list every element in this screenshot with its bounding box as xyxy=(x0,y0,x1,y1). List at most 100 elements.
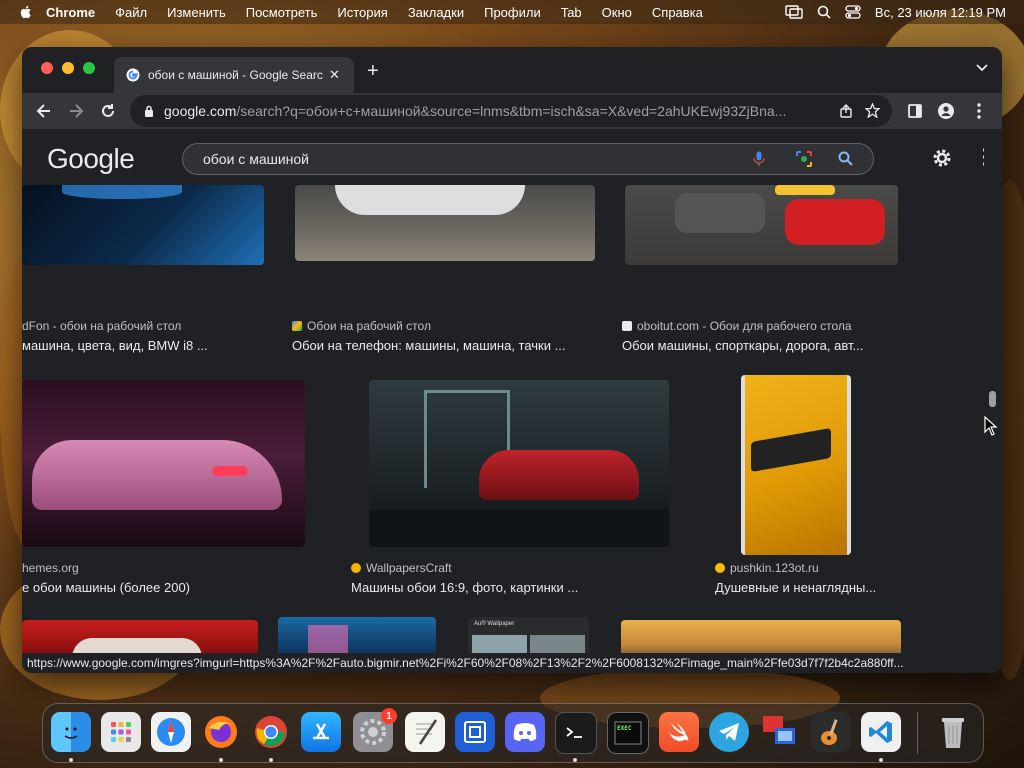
console-icon[interactable]: EXEC xyxy=(607,712,649,754)
url-text: google.com/search?q=обои+с+машиной&sourc… xyxy=(164,103,787,119)
menu-profiles[interactable]: Профили xyxy=(484,5,541,20)
menu-file[interactable]: Файл xyxy=(115,5,147,20)
settings-gear-icon[interactable] xyxy=(931,147,953,169)
lens-search-icon[interactable] xyxy=(795,150,813,168)
result-image-red-lamborghini[interactable] xyxy=(369,380,669,547)
search-icon[interactable] xyxy=(838,151,853,166)
svg-text:EXEC: EXEC xyxy=(617,725,632,732)
settings-notification-badge: 1 xyxy=(381,708,397,724)
trash-icon[interactable] xyxy=(933,712,973,752)
result-image-sunset-road[interactable] xyxy=(621,620,901,655)
side-panel-icon[interactable] xyxy=(908,104,922,118)
tab-strip: обои с машиной - Google Search ✕ + xyxy=(22,47,1002,93)
vscode-icon[interactable] xyxy=(861,712,901,752)
screenshot-icon[interactable] xyxy=(455,712,495,752)
result-image-red-car[interactable] xyxy=(22,620,258,655)
finder-icon[interactable] xyxy=(51,712,91,752)
profile-avatar-icon[interactable] xyxy=(938,103,954,119)
result-caption-1[interactable]: машина, цвета, вид, BMW i8 ... xyxy=(22,338,208,353)
zoom-window-button[interactable] xyxy=(83,62,95,74)
discord-icon[interactable] xyxy=(505,712,545,752)
firefox-icon[interactable] xyxy=(201,712,241,752)
menu-edit[interactable]: Изменить xyxy=(167,5,226,20)
forward-arrow-icon[interactable] xyxy=(68,103,84,119)
launchpad-icon[interactable] xyxy=(101,712,141,752)
menu-history[interactable]: История xyxy=(337,5,387,20)
result-source-4[interactable]: hemes.org xyxy=(22,561,79,575)
result-source-2[interactable]: Обои на рабочий стол xyxy=(292,319,431,333)
garageband-icon[interactable] xyxy=(811,712,851,752)
result-caption-5[interactable]: Машины обои 16:9, фото, картинки ... xyxy=(351,580,578,595)
textedit-icon[interactable] xyxy=(405,712,445,752)
source-favicon-icon xyxy=(292,321,302,331)
dock-divider xyxy=(917,712,918,754)
close-tab-icon[interactable]: ✕ xyxy=(329,67,340,83)
voice-search-icon[interactable] xyxy=(753,151,765,167)
tab-google-search[interactable]: обои с машиной - Google Search ✕ xyxy=(114,57,354,93)
result-image-city-towers[interactable] xyxy=(278,617,436,655)
result-source-1[interactable]: dFon - обои на рабочий стол xyxy=(22,319,181,333)
telegram-icon[interactable] xyxy=(709,712,749,752)
browser-window: обои с машиной - Google Search ✕ + googl… xyxy=(22,47,1002,673)
reload-icon[interactable] xyxy=(100,103,116,119)
result-source-6[interactable]: pushkin.123ot.ru xyxy=(715,561,819,575)
link-status-bar: https://www.google.com/imgres?imgurl=htt… xyxy=(22,653,987,673)
vscode-running-indicator xyxy=(879,758,883,762)
control-center-icon[interactable] xyxy=(845,5,861,19)
chrome-running-indicator xyxy=(269,758,273,762)
remote-desktop-icon[interactable] xyxy=(759,712,799,752)
result-source-5[interactable]: WallpapersCraft xyxy=(351,561,452,575)
result-source-3[interactable]: oboitut.com - Обои для рабочего стола xyxy=(622,319,852,333)
menu-clock[interactable]: Вс, 23 июля 12:19 PM xyxy=(875,5,1006,20)
result-caption-4[interactable]: е обои машины (более 200) xyxy=(22,580,190,595)
screen-mirroring-icon[interactable] xyxy=(785,5,803,19)
menu-app-name[interactable]: Chrome xyxy=(46,5,95,20)
result-caption-3[interactable]: Обои машины, спорткары, дорога, авт... xyxy=(622,338,863,353)
apple-menu-icon[interactable] xyxy=(18,4,34,20)
tab-title: обои с машиной - Google Search xyxy=(148,68,323,82)
firefox-running-indicator xyxy=(219,758,223,762)
browser-toolbar: google.com/search?q=обои+с+машиной&sourc… xyxy=(22,93,1002,129)
tab-search-chevron-icon[interactable] xyxy=(976,64,988,72)
system-settings-icon[interactable]: 1 xyxy=(353,708,397,752)
terminal-running-indicator xyxy=(573,758,577,762)
result-image-phone-wallpaper[interactable]: Au® Wallpaper xyxy=(468,617,589,655)
result-caption-6[interactable]: Душевные и ненаглядны... xyxy=(715,580,876,595)
menu-help[interactable]: Справка xyxy=(652,5,703,20)
menu-tab[interactable]: Tab xyxy=(561,5,582,20)
app-store-icon[interactable] xyxy=(301,712,341,752)
google-header: Google обои с машиной xyxy=(22,129,987,185)
google-logo[interactable]: Google xyxy=(47,143,135,175)
swift-icon[interactable] xyxy=(659,712,699,752)
back-arrow-icon[interactable] xyxy=(36,103,52,119)
menu-bookmarks[interactable]: Закладки xyxy=(408,5,464,20)
finder-running-indicator xyxy=(69,758,73,762)
result-image-bmw-i8[interactable] xyxy=(22,185,264,265)
search-query: обои с машиной xyxy=(203,151,309,167)
menu-bar: Chrome Файл Изменить Посмотреть История … xyxy=(0,0,1024,24)
result-image-white-car[interactable] xyxy=(295,185,595,261)
scrollbar-thumb[interactable] xyxy=(989,391,996,407)
menu-view[interactable]: Посмотреть xyxy=(246,5,318,20)
page-scrollbar[interactable] xyxy=(984,129,1002,673)
source-favicon-icon xyxy=(351,563,361,573)
bookmark-star-icon[interactable] xyxy=(865,103,880,118)
chrome-menu-icon[interactable] xyxy=(977,103,981,119)
search-box[interactable]: обои с машиной xyxy=(182,143,874,175)
result-image-yellow-audi[interactable] xyxy=(741,375,851,555)
safari-icon[interactable] xyxy=(151,712,191,752)
menu-window[interactable]: Окно xyxy=(602,5,632,20)
address-bar[interactable]: google.com/search?q=обои+с+машиной&sourc… xyxy=(130,95,892,127)
new-tab-button[interactable]: + xyxy=(367,60,379,83)
spotlight-search-icon[interactable] xyxy=(817,5,831,19)
lock-icon[interactable] xyxy=(144,105,154,117)
minimize-window-button[interactable] xyxy=(62,62,74,74)
result-image-pink-supra[interactable] xyxy=(22,380,305,547)
chrome-icon[interactable] xyxy=(251,712,291,752)
result-image-sports-cars[interactable] xyxy=(625,185,898,265)
menu-bar-status: Вс, 23 июля 12:19 PM xyxy=(785,0,1006,24)
share-icon[interactable] xyxy=(840,104,852,118)
terminal-icon[interactable] xyxy=(555,712,597,754)
result-caption-2[interactable]: Обои на телефон: машины, машина, тачки .… xyxy=(292,338,565,353)
close-window-button[interactable] xyxy=(41,62,53,74)
